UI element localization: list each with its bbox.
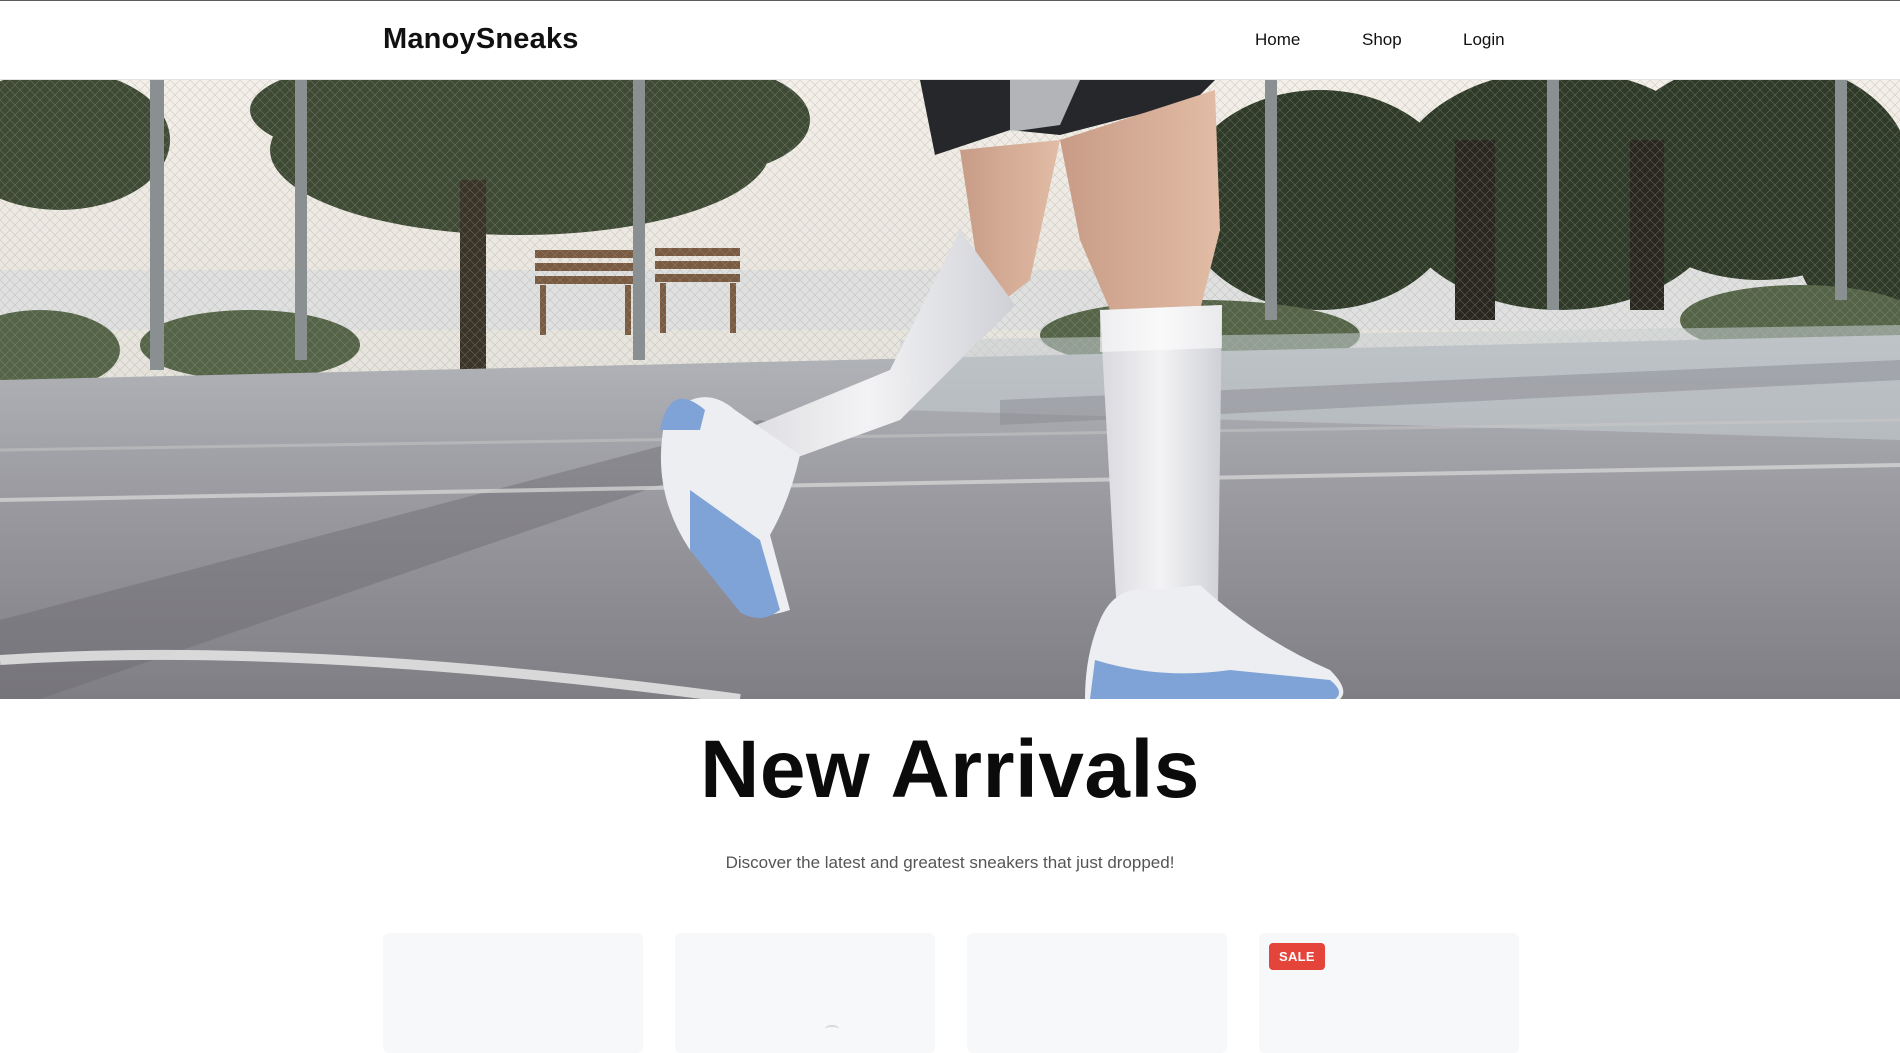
brand-logo[interactable]: ManoySneaks	[383, 23, 579, 56]
nav-shop-link[interactable]: Shop	[1362, 30, 1402, 50]
nav-home-link[interactable]: Home	[1255, 30, 1300, 50]
product-card[interactable]	[675, 933, 935, 1053]
hero-banner	[0, 80, 1900, 699]
product-card[interactable]: SALE	[1259, 933, 1519, 1053]
hero-image	[0, 80, 1900, 699]
site-header: ManoySneaks Home Shop Login	[0, 1, 1900, 80]
product-image-placeholder	[825, 1025, 839, 1033]
product-card[interactable]	[383, 933, 643, 1053]
nav-login-link[interactable]: Login	[1463, 30, 1505, 50]
section-title: New Arrivals	[700, 724, 1200, 815]
product-card[interactable]	[967, 933, 1227, 1053]
section-subtitle: Discover the latest and greatest sneaker…	[725, 853, 1175, 872]
sale-badge: SALE	[1269, 943, 1325, 970]
